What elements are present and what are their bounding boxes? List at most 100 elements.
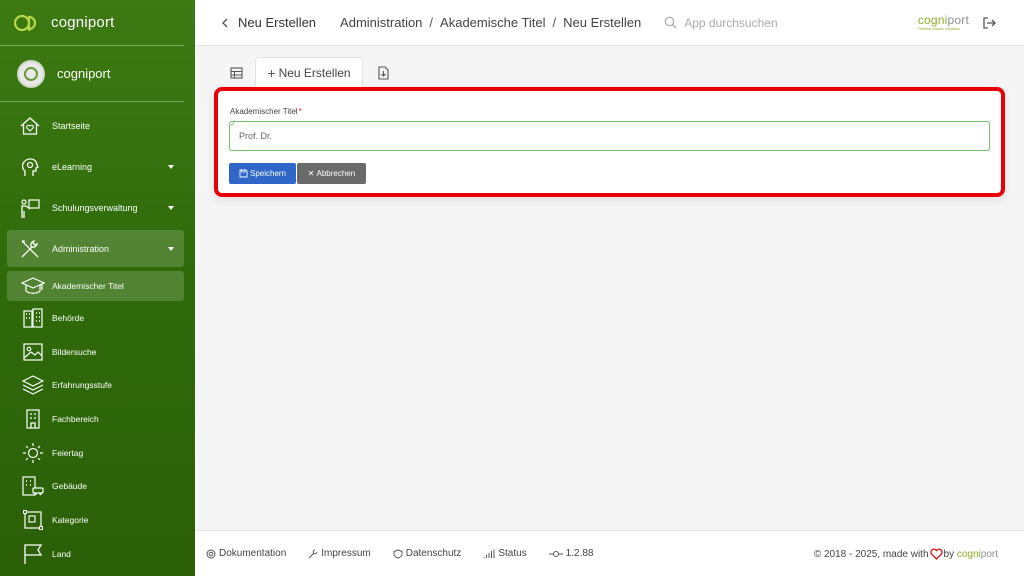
sidebar-item-administration[interactable]: Administration (7, 230, 184, 267)
sidebar-item-akademischer-titel[interactable]: Akademischer Titel (7, 271, 184, 301)
sidebar-item-label: Bildersuche (52, 346, 97, 357)
signal-bars-icon (483, 549, 495, 558)
back-button[interactable]: Neu Erstellen (221, 15, 316, 30)
save-button[interactable]: Speichern (229, 163, 296, 184)
sidebar-item-label: Fachbereich (52, 413, 99, 424)
logo-part1: cogni (917, 13, 948, 27)
sidebar-nav: Startseite eLearning Schulungsverwaltung… (0, 102, 195, 267)
sidebar-item-schulungsverwaltung[interactable]: Schulungsverwaltung (7, 187, 184, 228)
chevron-down-icon (168, 205, 174, 210)
buildings-icon (21, 307, 45, 329)
chevron-left-icon (222, 18, 228, 27)
sidebar-item-label: Kategorie (52, 514, 89, 525)
copyright: © 2018 - 2025, made with by cogniport (813, 548, 998, 560)
breadcrumb-current: Neu Erstellen (563, 15, 642, 30)
graduation-cap-icon (21, 275, 45, 297)
sidebar: cogniport cogniport Startseite eLearning… (0, 0, 195, 576)
building-car-icon (21, 475, 45, 497)
sidebar-item-land[interactable]: Land (7, 537, 184, 571)
footer: Dokumentation Impressum Datenschutz Stat… (195, 530, 1024, 576)
commit-icon (548, 550, 563, 557)
cancel-button[interactable]: ✕ Abbrechen (297, 163, 366, 184)
breadcrumb-administration[interactable]: Administration (340, 15, 422, 30)
footer-link-dokumentation[interactable]: Dokumentation (206, 548, 286, 559)
sidebar-item-label: eLearning (52, 161, 93, 172)
sidebar-item-label: Gebäude (52, 481, 87, 492)
version-info: 1.2.88 (548, 548, 593, 559)
valid-check-icon: ✓ (230, 121, 236, 128)
view-tabs: + Neu Erstellen (218, 57, 403, 88)
sidebar-item-elearning[interactable]: eLearning (7, 146, 184, 187)
layers-icon (21, 374, 45, 396)
sidebar-item-label: Administration (52, 243, 110, 254)
close-icon: ✕ (307, 169, 315, 178)
chevron-down-icon (168, 164, 174, 169)
required-mark: * (298, 107, 302, 116)
breadcrumb: Administration / Akademische Titel / Neu… (340, 15, 641, 30)
save-icon (239, 169, 248, 178)
user-profile[interactable]: cogniport (0, 46, 184, 102)
cogniport-logo-icon (14, 14, 37, 31)
sidebar-subnav: Akademischer Titel Behörde Bildersuche E… (0, 271, 195, 571)
sidebar-item-feiertag[interactable]: Feiertag (7, 436, 184, 470)
back-label: Neu Erstellen (238, 15, 317, 30)
sidebar-item-startseite[interactable]: Startseite (7, 105, 184, 146)
sidebar-item-label: Schulungsverwaltung (52, 202, 138, 213)
logout-icon[interactable] (982, 16, 996, 30)
table-icon (230, 66, 243, 79)
header-logo[interactable]: cogniport Flexibles Wissen verwalten (918, 13, 969, 31)
category-icon (21, 509, 45, 531)
building-icon (21, 408, 45, 430)
footer-link-impressum[interactable]: Impressum (308, 548, 371, 559)
tab-new-label: Neu Erstellen (278, 66, 351, 80)
academic-title-input[interactable] (229, 121, 990, 151)
search-input[interactable]: App durchsuchen (664, 15, 778, 30)
file-import-icon (378, 65, 389, 80)
footer-link-status[interactable]: Status (483, 548, 527, 559)
top-header: Neu Erstellen Administration / Akademisc… (195, 0, 1024, 46)
sidebar-item-label: Feiertag (52, 447, 84, 458)
search-placeholder: App durchsuchen (684, 15, 778, 30)
sidebar-item-label: Akademischer Titel (52, 281, 124, 291)
sidebar-item-label: Behörde (52, 312, 85, 323)
sidebar-item-label: Startseite (52, 120, 91, 131)
tab-new[interactable]: + Neu Erstellen (255, 57, 363, 88)
sidebar-item-label: Erfahrungsstufe (52, 380, 113, 391)
lifebuoy-icon (206, 549, 216, 558)
plus-icon: + (267, 65, 276, 81)
sidebar-item-kategorie[interactable]: Kategorie (7, 503, 184, 537)
app-name: cogniport (51, 14, 115, 31)
tab-import[interactable] (363, 57, 403, 88)
sun-icon (21, 442, 45, 464)
user-name: cogniport (57, 66, 111, 81)
sidebar-item-label: Land (52, 548, 71, 559)
logo-tagline: Flexibles Wissen verwalten (917, 27, 961, 31)
footer-link-datenschutz[interactable]: Datenschutz (393, 548, 461, 559)
create-form-card: Akademischer Titel* ✓ Speichern ✕ Abbrec… (214, 87, 1005, 197)
presenter-icon (18, 196, 42, 220)
tab-table-view[interactable] (218, 57, 255, 88)
search-icon (664, 16, 677, 29)
logo-part2: port (947, 13, 969, 27)
sidebar-brand[interactable]: cogniport (0, 0, 184, 46)
heart-icon (929, 548, 943, 560)
tool-icon (308, 549, 318, 558)
field-label: Akademischer Titel* (230, 107, 302, 116)
image-icon (21, 341, 45, 363)
breadcrumb-separator: / (429, 15, 434, 30)
shield-icon (393, 548, 403, 559)
sidebar-item-bildersuche[interactable]: Bildersuche (7, 335, 184, 369)
chevron-down-icon (168, 246, 174, 251)
flag-icon (21, 543, 45, 565)
head-gear-icon (18, 155, 42, 179)
avatar (17, 59, 45, 88)
tools-icon (18, 237, 42, 261)
breadcrumb-separator: / (552, 15, 557, 30)
sidebar-item-gebaeude[interactable]: Gebäude (7, 469, 184, 503)
footer-brand[interactable]: cogniport (957, 549, 998, 560)
sidebar-item-fachbereich[interactable]: Fachbereich (7, 402, 184, 436)
home-heart-icon (18, 114, 42, 138)
sidebar-item-behoerde[interactable]: Behörde (7, 301, 184, 335)
sidebar-item-erfahrungsstufe[interactable]: Erfahrungsstufe (7, 368, 184, 402)
breadcrumb-akademische-titel[interactable]: Akademische Titel (440, 15, 546, 30)
